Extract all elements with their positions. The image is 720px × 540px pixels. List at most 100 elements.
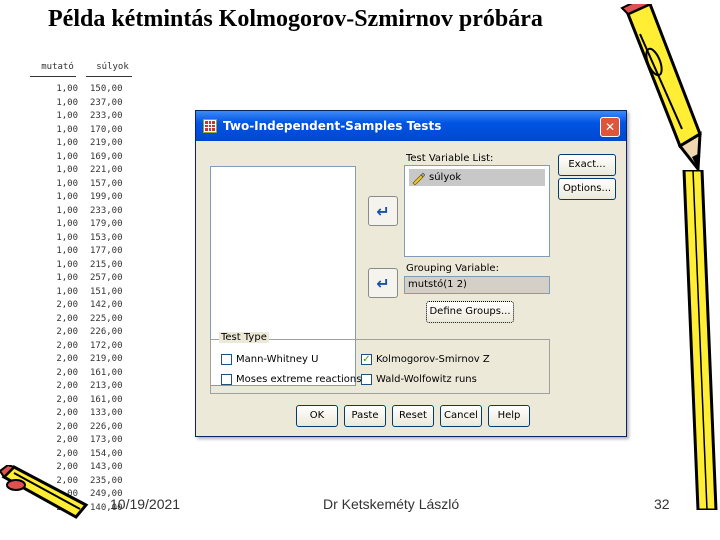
options-button[interactable]: Options... <box>558 178 616 200</box>
test-type-legend: Test Type <box>219 332 269 343</box>
cell-sulyok: 170,00 <box>90 124 123 135</box>
cell-mutato: 2,00 <box>56 327 78 337</box>
pencil-decoration-icon <box>0 465 89 519</box>
cell-sulyok: 143,00 <box>90 462 123 472</box>
table-row: 1,00 233,00 <box>30 205 140 219</box>
grouping-variable-label: Grouping Variable: <box>406 263 499 274</box>
cell-sulyok: 237,00 <box>90 97 123 108</box>
pencil-decoration-icon <box>682 170 718 510</box>
wald-wolfowitz-checkbox[interactable]: Wald-Wolfowitz runs <box>361 374 477 385</box>
move-to-test-list-button[interactable]: ↵ <box>368 196 398 226</box>
cell-sulyok: 161,00 <box>90 367 123 378</box>
mann-whitney-checkbox[interactable]: Mann-Whitney U <box>221 354 318 365</box>
table-row: 1,00 233,00 <box>30 110 140 124</box>
paste-button[interactable]: Paste <box>344 405 386 427</box>
table-row: 2,00 161,00 <box>30 367 140 381</box>
cell-mutato: 2,00 <box>56 367 78 378</box>
spss-app-icon <box>203 119 217 133</box>
table-row: 1,00 151,00 <box>30 286 140 300</box>
moses-checkbox[interactable]: Moses extreme reactions <box>221 374 361 385</box>
cell-sulyok: 226,00 <box>90 421 123 432</box>
checkbox-label: Moses extreme reactions <box>236 374 362 385</box>
cell-sulyok: 173,00 <box>90 435 123 445</box>
cell-sulyok: 219,00 <box>90 138 123 148</box>
test-variable-list[interactable]: súlyok <box>404 165 550 257</box>
cell-mutato: 1,00 <box>56 97 78 108</box>
table-row: 1,00 177,00 <box>30 245 140 259</box>
cell-sulyok: 215,00 <box>90 259 123 270</box>
table-row: 1,00 169,00 <box>30 151 140 165</box>
grouping-variable-field[interactable]: mutstó(1 2) <box>404 276 550 294</box>
footer-author: Dr Ketskeméty László <box>323 496 460 512</box>
table-row: 1,00 219,00 <box>30 137 140 151</box>
checkbox-box <box>221 354 232 365</box>
checkbox-label: Wald-Wolfowitz runs <box>376 374 477 385</box>
reset-button[interactable]: Reset <box>392 405 434 427</box>
table-row: 2,00 142,00 <box>30 299 140 313</box>
two-independent-samples-dialog: Two-Independent-Samples Tests ✕ ↵ ↵ Test… <box>195 110 627 437</box>
cell-mutato: 2,00 <box>56 381 78 391</box>
cell-sulyok: 151,00 <box>90 286 123 297</box>
cell-mutato: 1,00 <box>56 219 78 229</box>
cell-mutato: 1,00 <box>56 111 78 121</box>
scale-variable-icon <box>412 172 425 185</box>
column-header: súlyok <box>96 62 129 72</box>
cell-sulyok: 142,00 <box>90 300 123 310</box>
cell-mutato: 2,00 <box>56 448 78 459</box>
kolmogorov-smirnov-checkbox[interactable]: ✓ Kolmogorov-Smirnov Z <box>361 354 490 365</box>
help-button[interactable]: Help <box>488 405 530 427</box>
cell-mutato: 2,00 <box>56 408 78 418</box>
test-type-group: Test Type Mann-Whitney U ✓ Kolmogorov-Sm… <box>210 332 550 394</box>
cell-sulyok: 226,00 <box>90 327 123 337</box>
exact-button[interactable]: Exact... <box>558 154 616 176</box>
ok-button[interactable]: OK <box>296 405 338 427</box>
cell-mutato: 1,00 <box>56 232 78 243</box>
cell-sulyok: 199,00 <box>90 192 123 202</box>
cell-sulyok: 235,00 <box>90 475 123 486</box>
cell-sulyok: 221,00 <box>90 165 123 175</box>
cell-sulyok: 153,00 <box>90 232 123 243</box>
footer-date: 10/19/2021 <box>110 496 181 512</box>
cell-mutato: 1,00 <box>56 151 78 162</box>
table-row: 1,00 170,00 <box>30 124 140 138</box>
checkbox-box <box>361 374 372 385</box>
move-to-grouping-button[interactable]: ↵ <box>368 268 398 298</box>
cell-sulyok: 161,00 <box>90 394 123 405</box>
cell-sulyok: 179,00 <box>90 219 123 229</box>
table-body: 1,00 150,00 1,00 237,00 1,00 233,00 1,00 170,00… <box>30 83 140 515</box>
pencil-decoration-icon <box>620 4 702 174</box>
define-groups-button[interactable]: Define Groups... <box>426 301 514 323</box>
table-row: 1,00 215,00 <box>30 259 140 273</box>
table-row: 2,00 225,00 <box>30 313 140 327</box>
table-row: 2,00 226,00 <box>30 421 140 435</box>
dialog-titlebar[interactable]: Two-Independent-Samples Tests <box>196 111 626 141</box>
cancel-button[interactable]: Cancel <box>440 405 482 427</box>
cell-mutato: 1,00 <box>56 138 78 148</box>
column-header: mutató <box>41 62 74 72</box>
table-row: 2,00 161,00 <box>30 394 140 408</box>
cell-mutato: 1,00 <box>56 273 78 283</box>
cell-sulyok: 177,00 <box>90 246 123 256</box>
table-row: 2,00 219,00 <box>30 353 140 367</box>
table-row: 2,00 213,00 <box>30 380 140 394</box>
test-variable-list-label: Test Variable List: <box>406 153 494 164</box>
table-row: 2,00 154,00 <box>30 448 140 462</box>
table-row: 1,00 157,00 <box>30 178 140 192</box>
cell-mutato: 2,00 <box>56 354 78 364</box>
checkbox-box <box>221 374 232 385</box>
cell-mutato: 1,00 <box>56 165 78 175</box>
cell-sulyok: 219,00 <box>90 354 123 364</box>
table-row: 1,00 199,00 <box>30 191 140 205</box>
cell-mutato: 1,00 <box>56 124 78 135</box>
checkbox-label: Kolmogorov-Smirnov Z <box>376 354 490 365</box>
cell-mutato: 2,00 <box>56 313 78 324</box>
cell-mutato: 1,00 <box>56 246 78 256</box>
cell-mutato: 1,00 <box>56 178 78 189</box>
list-item[interactable]: súlyok <box>409 169 545 186</box>
cell-sulyok: 172,00 <box>90 340 123 351</box>
table-row: 1,00 257,00 <box>30 272 140 286</box>
cell-sulyok: 133,00 <box>90 408 123 418</box>
table-row: 1,00 221,00 <box>30 164 140 178</box>
cell-sulyok: 169,00 <box>90 151 123 162</box>
slide-title: Példa kétmintás Kolmogorov-Szmirnov prób… <box>48 6 543 32</box>
